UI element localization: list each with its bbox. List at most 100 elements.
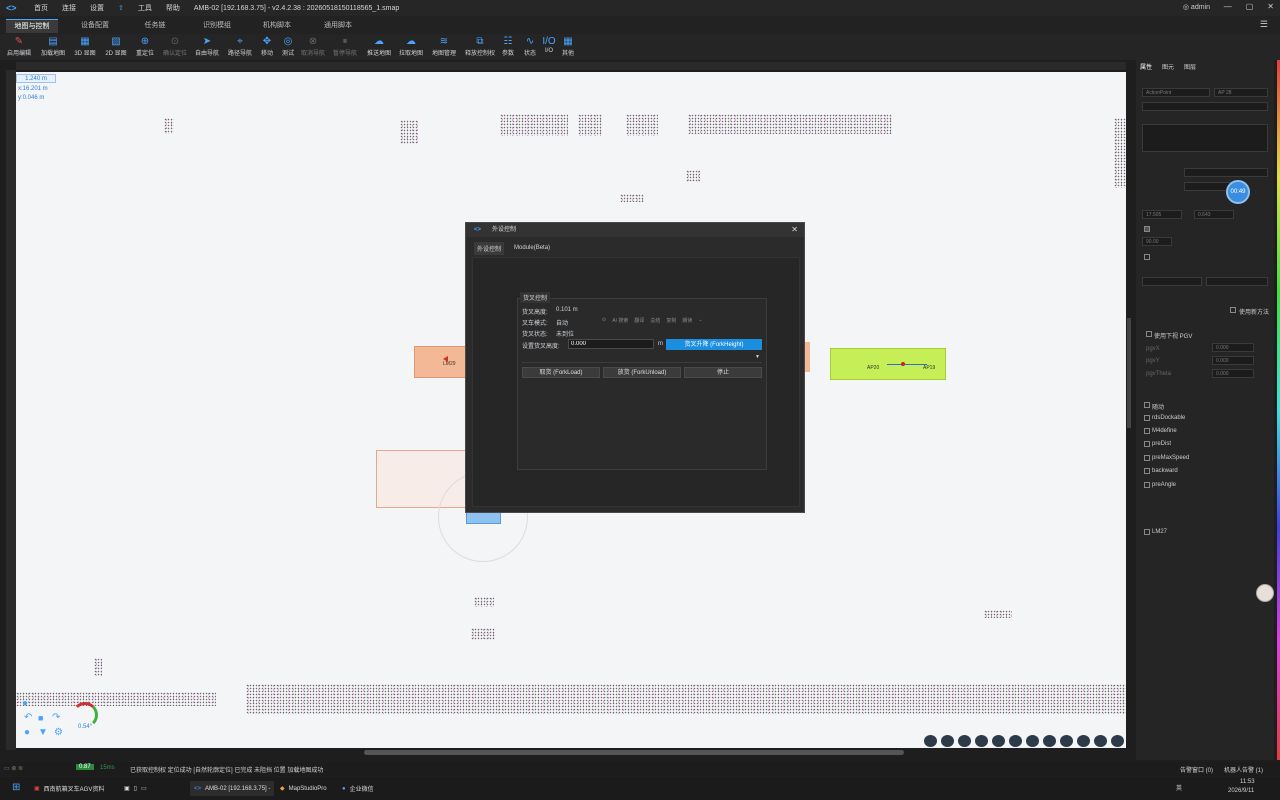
x-field[interactable]: 17.505 xyxy=(1142,210,1182,219)
tool-enable-edit[interactable]: ✎ 启用编辑 xyxy=(4,36,34,57)
use-new-method-checkbox[interactable] xyxy=(1230,307,1236,313)
robot-marker[interactable] xyxy=(466,512,501,524)
tab-elements[interactable]: 图元 xyxy=(1162,62,1174,71)
check-m4define[interactable] xyxy=(1144,428,1150,434)
tool-pause-nav[interactable]: ⏸ 暂停导航 xyxy=(330,36,360,57)
menu-settings[interactable]: 设置 xyxy=(90,3,104,13)
tool-free-nav[interactable]: ➤ 自由导航 xyxy=(192,36,222,57)
task-pdf[interactable]: ▣ 西南航箱叉车AGV资料 xyxy=(34,781,104,796)
fork-load-button[interactable]: 取货 (ForkLoad) xyxy=(522,367,600,378)
dialog-close-icon[interactable]: ✕ xyxy=(791,223,798,237)
description-field[interactable] xyxy=(1142,124,1268,152)
execute-select[interactable] xyxy=(1184,168,1268,177)
tab-properties[interactable]: 属性 xyxy=(1140,62,1152,71)
view-button[interactable] xyxy=(1043,735,1056,747)
tool-2d-view[interactable]: ▧ 2D 显图 xyxy=(101,36,131,57)
tab-peripheral[interactable]: 外设控制 xyxy=(474,241,505,255)
name-field[interactable] xyxy=(1142,102,1268,111)
view-button[interactable] xyxy=(975,735,988,747)
user-account[interactable]: ◎ admin xyxy=(1183,3,1210,11)
action-area[interactable]: AP20 AP19 xyxy=(830,348,946,380)
tool-3d-view[interactable]: ▦ 3D 显图 xyxy=(70,36,100,57)
windows-start-icon[interactable]: ⊞ xyxy=(12,782,20,793)
use-pgv-checkbox[interactable] xyxy=(1146,331,1152,337)
tool-push-map[interactable]: ☁ 推送地图 xyxy=(364,36,394,57)
view-button[interactable] xyxy=(992,735,1005,747)
task-amb[interactable]: <> AMB-02 [192.168.3.75] - xyxy=(190,781,275,796)
view-button[interactable] xyxy=(1009,735,1022,747)
chevron-down-icon[interactable]: ⌄ xyxy=(698,317,702,327)
set-height-input[interactable] xyxy=(568,339,654,349)
ai-search[interactable]: AI 搜索 xyxy=(612,317,628,327)
stop-square-icon[interactable]: ■ xyxy=(38,713,43,723)
settings-icon[interactable]: ⚙ xyxy=(54,727,63,738)
rotate-right-icon[interactable]: ↷ xyxy=(52,712,60,723)
menu-connect[interactable]: 连接 xyxy=(62,3,76,13)
task-mapstudio[interactable]: ◆ MapStudioPro xyxy=(280,781,327,796)
tab-map-control[interactable]: 地图与控制 xyxy=(6,19,58,33)
tab-mechanism-script[interactable]: 机构脚本 xyxy=(254,19,300,33)
check-follow[interactable] xyxy=(1144,402,1150,408)
tab-module[interactable]: Module(Beta) xyxy=(514,245,550,251)
tool-pull-map[interactable]: ☁ 拉取地图 xyxy=(396,36,426,57)
tool-release-control[interactable]: ⧉ 释放控制权 xyxy=(463,36,497,57)
tool-relocate[interactable]: ⊕ 重定位 xyxy=(130,36,160,57)
check-predist[interactable] xyxy=(1144,441,1150,447)
alarm-window[interactable]: 告警窗口 (0) xyxy=(1180,765,1213,774)
action-select[interactable] xyxy=(1142,277,1202,286)
pgv-y-field[interactable]: 0.000 xyxy=(1212,356,1254,365)
point-type-select[interactable]: ActionPoint xyxy=(1142,88,1210,97)
minimize-icon[interactable]: — xyxy=(1224,2,1232,11)
tool-path-nav[interactable]: ⌖ 路径导航 xyxy=(225,36,255,57)
upload-arrow-icon[interactable]: ⇧ xyxy=(118,4,124,12)
direction-checkbox[interactable] xyxy=(1144,226,1150,232)
pgv-x-field[interactable]: 0.000 xyxy=(1212,343,1254,352)
view-button[interactable] xyxy=(1060,735,1073,747)
action-button[interactable] xyxy=(1206,277,1268,286)
angle-field[interactable]: 90.00 xyxy=(1142,237,1172,246)
tab-layers[interactable]: 图层 xyxy=(1184,62,1196,71)
check-rds-dockable[interactable] xyxy=(1144,415,1150,421)
translate[interactable]: 翻译 xyxy=(634,317,644,327)
menu-help[interactable]: 帮助 xyxy=(166,3,180,13)
view-button[interactable] xyxy=(941,735,954,747)
tab-general-script[interactable]: 通用脚本 xyxy=(314,19,362,33)
view-button[interactable] xyxy=(1026,735,1039,747)
rotate-left-icon[interactable]: ↶ xyxy=(24,712,32,723)
task-wecom[interactable]: ● 企业微信 xyxy=(342,781,374,796)
view-button[interactable] xyxy=(1111,735,1124,747)
panel-settings-icon[interactable]: ☰ xyxy=(1260,19,1268,30)
arrow-down-icon[interactable]: ▼ xyxy=(38,727,48,738)
check-premaxspeed[interactable] xyxy=(1144,455,1150,461)
select-dropdown[interactable]: ▼ xyxy=(522,353,762,363)
menu-home[interactable]: 首页 xyxy=(34,3,48,13)
input-lang[interactable]: 英 xyxy=(1176,783,1182,792)
timer-badge[interactable]: 00:49 xyxy=(1226,180,1250,204)
tool-cancel-nav[interactable]: ⊗ 取消导航 xyxy=(298,36,328,57)
pgv-theta-field[interactable]: 0.000 xyxy=(1212,369,1254,378)
file-icon[interactable]: ▯ xyxy=(134,785,137,792)
tool-confirm-locate[interactable]: ⊙ 确认定位 xyxy=(160,36,190,57)
copy[interactable]: 复制 xyxy=(666,317,676,327)
pin-down-icon[interactable]: ● xyxy=(24,727,30,738)
robot-alarm[interactable]: 机器人告警 (1) xyxy=(1224,765,1263,774)
check-link[interactable] xyxy=(1144,529,1150,535)
tool-load-map[interactable]: ▤ 加载地图 xyxy=(38,36,68,57)
fork-unload-button[interactable]: 放货 (ForkUnload) xyxy=(603,367,681,378)
close-icon[interactable]: ✕ xyxy=(1267,2,1274,11)
pinned-app-icon[interactable]: ▣ xyxy=(124,785,130,792)
option-checkbox[interactable] xyxy=(1144,254,1150,260)
summarize[interactable]: 总结 xyxy=(650,317,660,327)
ai-search-icon[interactable]: ⊙ xyxy=(602,317,606,327)
maximize-icon[interactable]: ▢ xyxy=(1246,2,1254,11)
check-backward[interactable] xyxy=(1144,468,1150,474)
view-button[interactable] xyxy=(1094,735,1107,747)
view-button[interactable] xyxy=(924,735,937,747)
view-button[interactable] xyxy=(958,735,971,747)
y-field[interactable]: 0.643 xyxy=(1194,210,1234,219)
point-name-select[interactable]: AP 28 xyxy=(1214,88,1268,97)
tab-task-chain[interactable]: 任务链 xyxy=(132,19,178,33)
location-area-lm29[interactable]: LM29 xyxy=(414,346,468,378)
tab-device-config[interactable]: 设备配置 xyxy=(70,19,120,33)
vertical-scrollbar[interactable] xyxy=(1127,318,1131,428)
